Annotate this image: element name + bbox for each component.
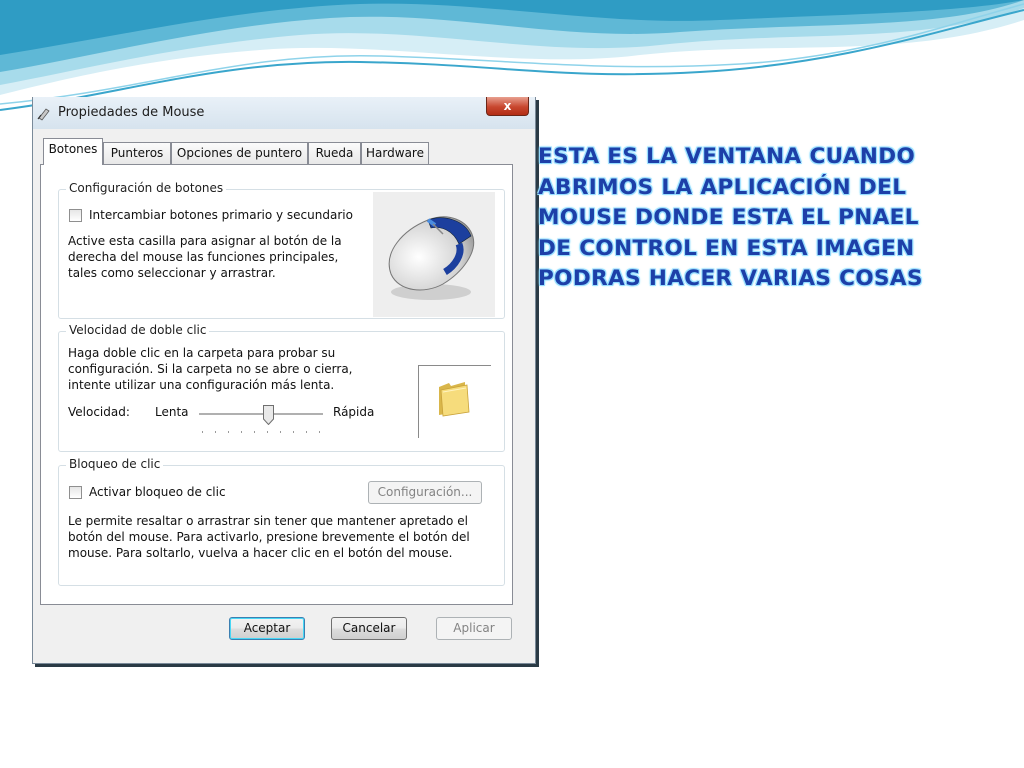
speed-label: Velocidad: — [68, 405, 130, 419]
mouse-preview — [373, 192, 495, 317]
click-lock-title: Bloqueo de clic — [66, 457, 164, 471]
click-lock-description-line3: mouse. Para soltarlo, vuelva a hacer cli… — [68, 546, 453, 560]
ok-button[interactable]: Aceptar — [229, 617, 305, 640]
slider-thumb[interactable] — [263, 405, 275, 425]
tab-hardware[interactable]: Hardware — [361, 142, 429, 164]
caption-line: DE CONTROL EN ESTA IMAGEN — [538, 235, 915, 261]
click-lock-description-line1: Le permite resaltar o arrastrar sin tene… — [68, 514, 468, 528]
double-click-description-line1: Haga doble clic en la carpeta para proba… — [68, 346, 336, 360]
cancel-button[interactable]: Cancelar — [331, 617, 407, 640]
slow-label: Lenta — [155, 405, 189, 419]
caption-line: ESTA ES LA VENTANA CUANDO — [538, 144, 916, 169]
click-lock-settings-button[interactable]: Configuración... — [368, 481, 482, 504]
swap-buttons-description-line1: Active esta casilla para asignar al botó… — [68, 234, 342, 248]
mouse-properties-dialog: Propiedades de Mouse x Botones Punteros … — [32, 97, 536, 664]
tab-botones[interactable]: Botones — [43, 138, 103, 165]
click-lock-checkbox[interactable] — [69, 486, 82, 499]
apply-button[interactable]: Aplicar — [436, 617, 512, 640]
swap-buttons-description-line3: tales como seleccionar y arrastrar. — [68, 266, 276, 280]
swap-buttons-checkbox[interactable] — [69, 209, 82, 222]
mouse-icon — [388, 216, 475, 300]
click-lock-description-line2: botón del mouse. Para activarlo, presion… — [68, 530, 470, 544]
click-lock-label[interactable]: Activar bloqueo de clic — [89, 485, 226, 500]
slider-ticks — [202, 431, 320, 433]
slider-track[interactable] — [199, 413, 323, 416]
mouse-pointer-icon — [37, 108, 50, 121]
swap-buttons-description-line2: derecha del mouse las funciones principa… — [68, 250, 339, 264]
fast-label: Rápida — [333, 405, 375, 419]
double-click-speed-title: Velocidad de doble clic — [66, 323, 210, 337]
swap-buttons-label[interactable]: Intercambiar botones primario y secundar… — [89, 208, 353, 223]
caption-line: MOUSE DONDE ESTA EL PNAEL — [538, 205, 919, 230]
caption-line: PODRAS HACER VARIAS COSAS — [538, 266, 923, 291]
slide-caption: ESTA ES LA VENTANA CUANDO ABRIMOS LA APL… — [538, 142, 1008, 295]
dialog-title: Propiedades de Mouse — [58, 105, 205, 120]
test-folder-area[interactable] — [418, 365, 491, 438]
tab-punteros[interactable]: Punteros — [103, 142, 171, 164]
tab-opciones-de-puntero[interactable]: Opciones de puntero — [171, 142, 308, 164]
button-configuration-title: Configuración de botones — [66, 181, 227, 195]
double-click-description-line3: intente utilizar una configuración más l… — [68, 378, 335, 392]
tab-rueda[interactable]: Rueda — [308, 142, 361, 164]
double-click-description-line2: configuración. Si la carpeta no se abre … — [68, 362, 353, 376]
folder-icon[interactable] — [437, 381, 471, 417]
close-button[interactable]: x — [486, 97, 529, 116]
tab-panel-botones: Configuración de botones Intercambiar bo… — [40, 164, 513, 605]
title-bar[interactable]: Propiedades de Mouse x — [33, 97, 535, 129]
caption-line: ABRIMOS LA APLICACIÓN DEL — [538, 174, 907, 200]
